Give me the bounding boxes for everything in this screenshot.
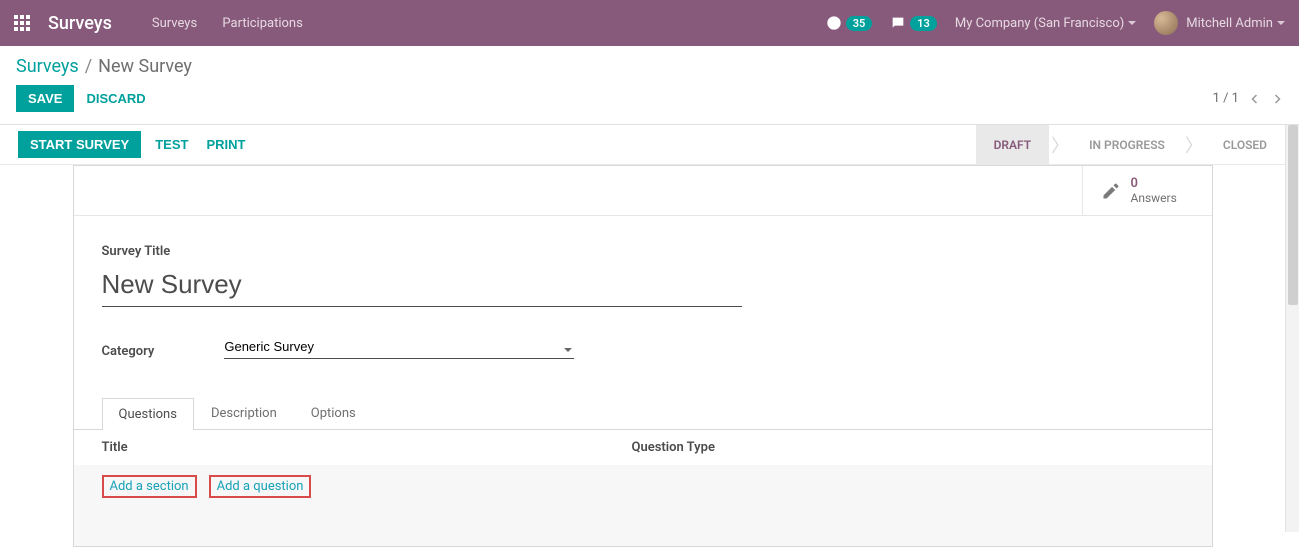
- avatar: [1154, 11, 1178, 35]
- col-title: Title: [102, 440, 632, 455]
- discard-button[interactable]: DISCARD: [86, 91, 145, 106]
- chevron-down-icon: [1128, 21, 1136, 25]
- add-section-link[interactable]: Add a section: [102, 475, 197, 498]
- nav-participations[interactable]: Participations: [222, 16, 302, 31]
- apps-icon[interactable]: [14, 15, 30, 31]
- chevron-right-icon: 〉: [1185, 132, 1203, 158]
- user-name: Mitchell Admin: [1186, 16, 1273, 31]
- stage-draft[interactable]: DRAFT: [976, 125, 1050, 164]
- tab-questions[interactable]: Questions: [102, 398, 194, 430]
- add-row: Add a section Add a question: [74, 465, 1212, 510]
- pencil-icon: [1101, 181, 1121, 201]
- tab-options[interactable]: Options: [294, 397, 373, 429]
- survey-title-input[interactable]: [102, 265, 742, 307]
- stage-in-progress[interactable]: IN PROGRESS: [1071, 125, 1183, 164]
- topbar: Surveys Surveys Participations 35 13 My …: [0, 0, 1299, 46]
- print-button[interactable]: PRINT: [206, 137, 245, 152]
- breadcrumb-current: New Survey: [98, 56, 192, 77]
- add-question-link[interactable]: Add a question: [209, 475, 312, 498]
- activity-indicator[interactable]: 35: [826, 15, 873, 31]
- tab-description[interactable]: Description: [194, 397, 294, 429]
- status-bar: DRAFT 〉 IN PROGRESS 〉 CLOSED: [976, 125, 1285, 164]
- chat-icon: [890, 15, 906, 31]
- pager-next-icon[interactable]: [1271, 93, 1283, 105]
- category-input[interactable]: [224, 335, 574, 359]
- tabs: Questions Description Options: [74, 397, 1212, 430]
- col-question-type: Question Type: [632, 440, 715, 455]
- category-label: Category: [102, 344, 155, 359]
- answers-label: Answers: [1131, 191, 1177, 205]
- pager-prev-icon[interactable]: [1249, 93, 1261, 105]
- answers-statbox[interactable]: 0 Answers: [1082, 166, 1212, 215]
- pager: 1 / 1: [1213, 91, 1283, 106]
- chevron-right-icon: 〉: [1051, 132, 1069, 158]
- top-nav: Surveys Participations: [152, 16, 325, 31]
- save-button[interactable]: SAVE: [16, 85, 74, 112]
- clock-icon: [826, 15, 842, 31]
- chevron-down-icon: [564, 348, 572, 352]
- chevron-down-icon: [1277, 21, 1285, 25]
- brand-title: Surveys: [48, 13, 112, 34]
- table-header: Title Question Type: [74, 430, 1212, 465]
- stage-closed[interactable]: CLOSED: [1205, 125, 1285, 164]
- user-menu[interactable]: Mitchell Admin: [1154, 11, 1285, 35]
- breadcrumb-sep: /: [85, 56, 92, 77]
- start-survey-button[interactable]: START SURVEY: [18, 131, 141, 158]
- nav-surveys[interactable]: Surveys: [152, 16, 197, 31]
- category-select[interactable]: [224, 335, 574, 359]
- questions-panel: Title Question Type Add a section Add a …: [74, 430, 1212, 546]
- status-row: START SURVEY TEST PRINT DRAFT 〉 IN PROGR…: [0, 125, 1285, 165]
- scrollbar-thumb[interactable]: [1288, 125, 1298, 305]
- scrollbar[interactable]: [1285, 125, 1299, 532]
- company-name: My Company (San Francisco): [955, 16, 1124, 31]
- form-sheet: 0 Answers Survey Title Category Question…: [73, 165, 1213, 547]
- action-row: SAVE DISCARD 1 / 1: [0, 77, 1299, 125]
- company-switcher[interactable]: My Company (San Francisco): [955, 16, 1136, 31]
- breadcrumb-root[interactable]: Surveys: [16, 56, 79, 77]
- title-label: Survey Title: [102, 244, 1184, 259]
- answers-count: 0: [1131, 176, 1177, 191]
- empty-row: [74, 510, 1212, 546]
- breadcrumb: Surveys / New Survey: [0, 46, 1299, 77]
- message-count: 13: [910, 16, 937, 31]
- activity-count: 35: [846, 16, 873, 31]
- test-button[interactable]: TEST: [155, 137, 188, 152]
- pager-text: 1 / 1: [1213, 91, 1239, 106]
- messages-indicator[interactable]: 13: [890, 15, 937, 31]
